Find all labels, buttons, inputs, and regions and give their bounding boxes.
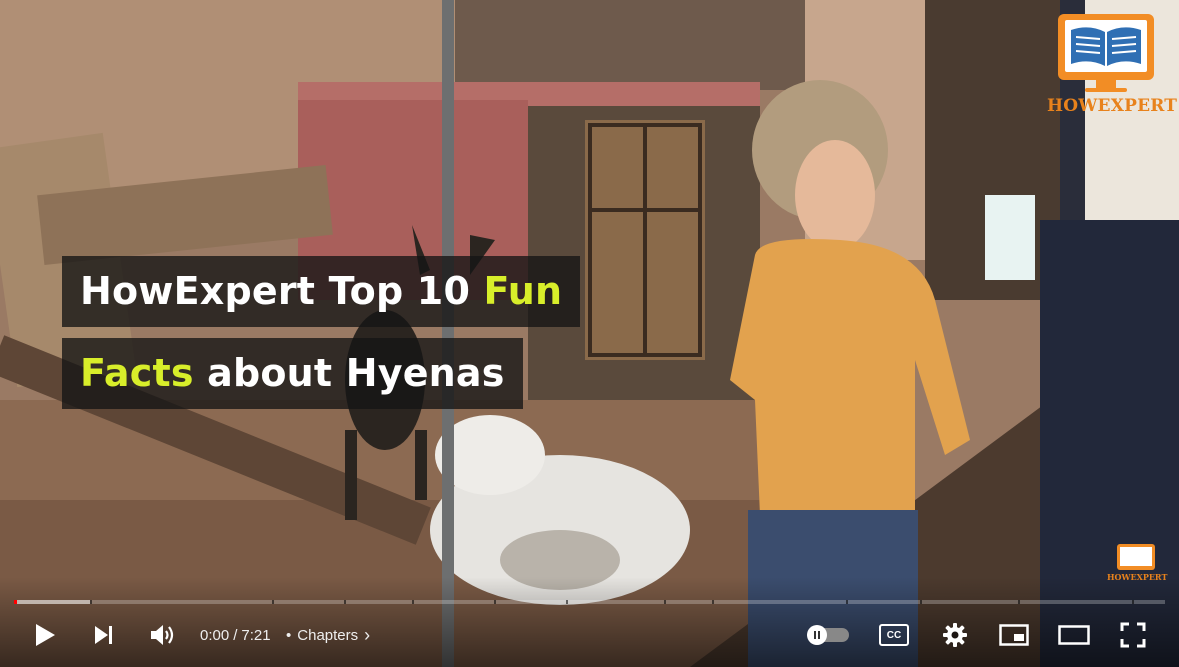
time-display: 0:00 / 7:21 xyxy=(200,610,271,660)
chapter-divider xyxy=(412,600,414,604)
chapter-divider xyxy=(344,600,346,604)
progress-bar[interactable] xyxy=(14,600,1165,604)
play-icon xyxy=(34,623,56,647)
chapter-divider xyxy=(494,600,496,604)
settings-button[interactable] xyxy=(938,610,972,660)
title-line1-text: HowExpert Top 10 xyxy=(80,269,484,313)
video-player[interactable]: HowExpert Top 10 Fun Facts about Hyenas xyxy=(0,0,1179,667)
howexpert-logo: HOWEXPERT xyxy=(1047,14,1178,116)
progress-loaded xyxy=(14,600,90,604)
chapters-button[interactable]: • Chapters › xyxy=(286,610,370,660)
skip-next-icon xyxy=(93,625,115,645)
autoplay-toggle-icon xyxy=(807,625,827,645)
chapter-divider xyxy=(1018,600,1020,604)
title-line1-highlight: Fun xyxy=(483,269,563,313)
play-button[interactable] xyxy=(28,610,62,660)
chapters-dot: • xyxy=(286,626,292,644)
fullscreen-icon xyxy=(1120,622,1146,648)
gear-icon xyxy=(942,622,968,648)
volume-icon xyxy=(150,624,176,646)
title-line2-highlight: Facts xyxy=(80,351,194,395)
theater-mode-icon xyxy=(1058,625,1090,645)
chapter-divider xyxy=(920,600,922,604)
player-controls: 0:00 / 7:21 • Chapters › CC xyxy=(0,610,1179,660)
chapter-divider xyxy=(1132,600,1134,604)
captions-icon: CC xyxy=(879,624,909,646)
logo-text: HOWEXPERT xyxy=(1047,96,1178,116)
video-scene xyxy=(0,0,1179,667)
mute-button[interactable] xyxy=(146,610,180,660)
duration: 7:21 xyxy=(241,626,271,644)
progress-played xyxy=(14,600,18,604)
chevron-right-icon: › xyxy=(364,624,371,645)
chapters-label: Chapters xyxy=(297,626,359,644)
fullscreen-button[interactable] xyxy=(1116,610,1150,660)
chapter-divider xyxy=(846,600,848,604)
miniplayer-button[interactable] xyxy=(996,610,1032,660)
autoplay-toggle[interactable] xyxy=(807,625,849,645)
current-time: 0:00 xyxy=(200,626,230,644)
captions-button[interactable]: CC xyxy=(876,610,912,660)
video-title-overlay-line2: Facts about Hyenas xyxy=(62,338,523,409)
miniplayer-icon xyxy=(999,624,1029,646)
video-title-overlay-line1: HowExpert Top 10 Fun xyxy=(62,256,581,327)
chapter-divider xyxy=(664,600,666,604)
watermark-monitor-icon xyxy=(1117,544,1155,570)
time-separator: / xyxy=(233,626,238,644)
title-line2-text: about Hyenas xyxy=(193,351,505,395)
next-button[interactable] xyxy=(88,610,120,660)
chapter-divider xyxy=(90,600,92,604)
video-frame[interactable]: HowExpert Top 10 Fun Facts about Hyenas xyxy=(0,0,1179,667)
chapter-divider xyxy=(272,600,274,604)
book-monitor-icon xyxy=(1058,14,1154,80)
theater-mode-button[interactable] xyxy=(1056,610,1092,660)
chapter-divider xyxy=(566,600,568,604)
chapter-divider xyxy=(712,600,714,604)
